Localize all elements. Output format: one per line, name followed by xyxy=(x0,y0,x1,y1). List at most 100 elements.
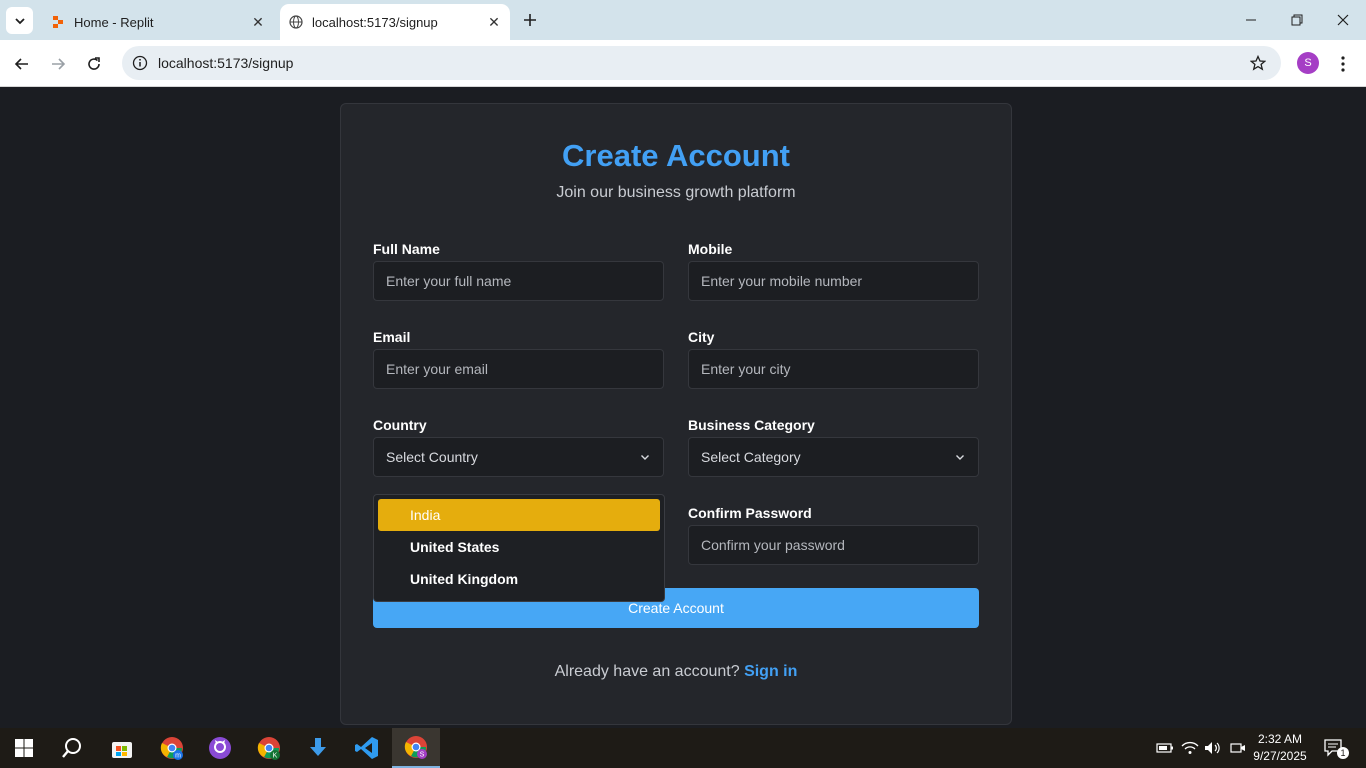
close-icon[interactable]: ✕ xyxy=(484,12,504,32)
tab-title: Home - Replit xyxy=(74,14,154,30)
country-select[interactable]: Select Country xyxy=(373,437,664,477)
camera-icon[interactable] xyxy=(1228,738,1248,758)
taskbar-github[interactable] xyxy=(196,728,244,768)
tab-replit[interactable]: Home - Replit ✕ xyxy=(40,4,274,40)
vscode-icon xyxy=(355,737,378,759)
notification-count: 1 xyxy=(1337,747,1349,759)
country-option-india[interactable]: India xyxy=(378,499,660,531)
full-name-input[interactable] xyxy=(373,261,664,301)
battery-icon[interactable] xyxy=(1155,738,1175,758)
browser-menu-button[interactable] xyxy=(1331,50,1355,78)
tab-title: localhost:5173/signup xyxy=(312,14,438,30)
signin-link[interactable]: Sign in xyxy=(744,663,797,680)
address-bar[interactable]: localhost:5173/signup xyxy=(122,46,1281,80)
chevron-down-icon xyxy=(14,17,25,24)
tab-signup[interactable]: localhost:5173/signup ✕ xyxy=(280,4,510,40)
volume-icon[interactable] xyxy=(1203,738,1223,758)
mobile-group: Mobile xyxy=(688,241,979,301)
minimize-button[interactable] xyxy=(1228,0,1274,40)
forward-button[interactable] xyxy=(44,50,72,78)
svg-text:K: K xyxy=(273,753,278,760)
chrome-icon: K xyxy=(257,737,280,760)
taskbar-chrome-s[interactable]: S xyxy=(392,728,440,768)
site-info-icon[interactable] xyxy=(124,55,156,71)
notifications-button[interactable]: 1 xyxy=(1324,738,1349,759)
search-button[interactable] xyxy=(48,728,96,768)
arrow-left-icon xyxy=(14,58,28,70)
chevron-down-icon xyxy=(639,451,651,463)
mobile-input[interactable] xyxy=(688,261,979,301)
browser-tab-bar: Home - Replit ✕ localhost:5173/signup ✕ xyxy=(0,0,1366,40)
page-content: Create Account Join our business growth … xyxy=(0,87,1366,728)
country-select-value: Select Country xyxy=(386,449,478,465)
page-subtitle: Join our business growth platform xyxy=(556,184,796,201)
country-group: Country Select Country xyxy=(373,417,664,477)
chrome-icon: S xyxy=(404,736,427,759)
business-category-select[interactable]: Select Category xyxy=(688,437,979,477)
city-input[interactable] xyxy=(688,349,979,389)
city-group: City xyxy=(688,329,979,389)
new-tab-button[interactable] xyxy=(518,8,542,32)
confirm-password-group: Confirm Password xyxy=(688,505,979,565)
business-category-label: Business Category xyxy=(688,417,815,433)
close-icon xyxy=(1337,14,1349,26)
download-icon xyxy=(310,738,326,756)
signin-prompt: Already have an account? xyxy=(554,663,740,680)
plus-icon xyxy=(524,14,536,26)
restore-button[interactable] xyxy=(1274,0,1320,40)
profile-avatar[interactable]: S xyxy=(1297,52,1319,74)
business-category-select-value: Select Category xyxy=(701,449,801,465)
reload-button[interactable] xyxy=(80,50,108,78)
country-option-united-states[interactable]: United States xyxy=(378,531,660,563)
replit-icon xyxy=(50,14,66,30)
windows-icon xyxy=(15,739,33,757)
reload-icon xyxy=(88,57,100,70)
arrow-right-icon xyxy=(52,58,66,70)
taskbar-chrome-k[interactable]: K xyxy=(245,728,293,768)
chrome-icon: m xyxy=(160,737,183,760)
back-button[interactable] xyxy=(8,50,36,78)
country-label: Country xyxy=(373,417,427,433)
clock-date: 9/27/2025 xyxy=(1253,749,1307,763)
minimize-icon xyxy=(1246,19,1256,21)
svg-text:m: m xyxy=(175,753,181,760)
restore-icon xyxy=(1291,14,1303,26)
globe-icon xyxy=(288,14,304,30)
email-input[interactable] xyxy=(373,349,664,389)
city-label: City xyxy=(688,329,715,345)
start-button[interactable] xyxy=(0,728,48,768)
svg-text:S: S xyxy=(420,752,425,759)
chevron-down-icon xyxy=(954,451,966,463)
page-title: Create Account xyxy=(562,138,790,173)
clock-time: 2:32 AM xyxy=(1257,732,1303,746)
signup-card: Create Account Join our business growth … xyxy=(340,103,1012,725)
taskbar-store[interactable] xyxy=(98,728,146,768)
country-option-united-kingdom[interactable]: United Kingdom xyxy=(378,563,660,595)
wifi-icon[interactable] xyxy=(1180,738,1200,758)
store-icon xyxy=(112,742,132,758)
mobile-label: Mobile xyxy=(688,241,733,257)
confirm-password-input[interactable] xyxy=(688,525,979,565)
business-category-group: Business Category Select Category xyxy=(688,417,979,477)
confirm-password-label: Confirm Password xyxy=(688,505,812,521)
full-name-label: Full Name xyxy=(373,241,440,257)
search-icon xyxy=(62,738,81,758)
email-group: Email xyxy=(373,329,664,389)
taskbar-downloads[interactable] xyxy=(294,728,342,768)
email-label: Email xyxy=(373,329,411,345)
close-icon[interactable]: ✕ xyxy=(248,12,268,32)
github-icon xyxy=(209,737,231,759)
more-vert-icon xyxy=(1341,56,1345,72)
bookmark-star-icon[interactable] xyxy=(1243,55,1273,71)
taskbar: m K S 2:32 AM 9/27/2025 1 xyxy=(0,728,1366,768)
taskbar-vscode[interactable] xyxy=(343,728,391,768)
tab-search-button[interactable] xyxy=(6,7,33,34)
taskbar-chrome-m[interactable]: m xyxy=(148,728,196,768)
url-text[interactable]: localhost:5173/signup xyxy=(158,55,1243,71)
browser-toolbar: localhost:5173/signup S xyxy=(0,40,1366,87)
signin-row: Already have an account? Sign in xyxy=(341,663,1011,681)
country-dropdown: India United States United Kingdom xyxy=(373,494,665,602)
full-name-group: Full Name xyxy=(373,241,664,301)
system-clock[interactable]: 2:32 AM 9/27/2025 xyxy=(1250,731,1310,765)
close-window-button[interactable] xyxy=(1320,0,1366,40)
